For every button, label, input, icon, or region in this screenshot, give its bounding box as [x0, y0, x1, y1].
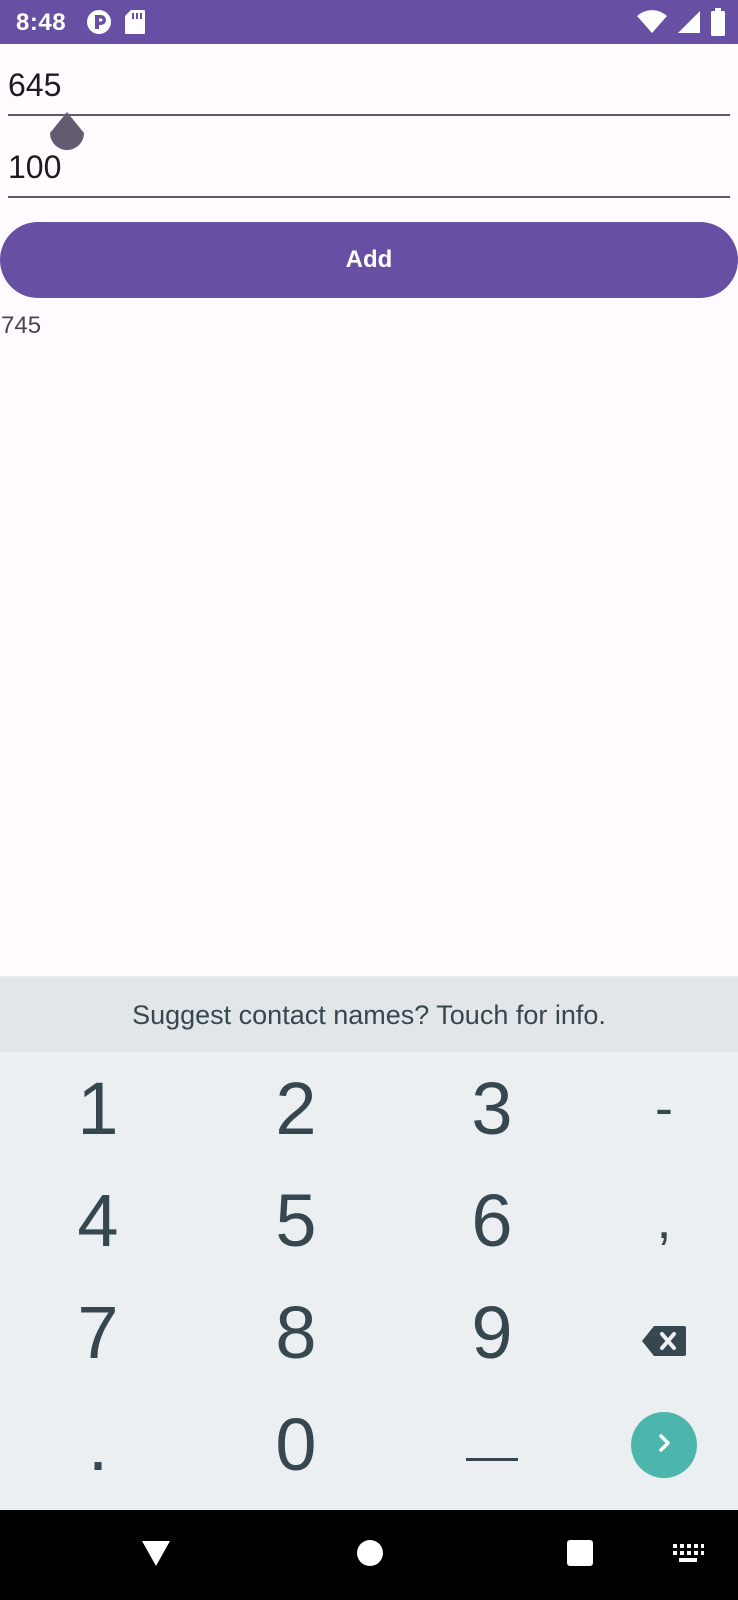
wifi-icon: [636, 9, 668, 40]
key-4[interactable]: 4: [6, 1164, 190, 1276]
key-1[interactable]: 1: [6, 1052, 190, 1164]
key-0[interactable]: 0: [204, 1388, 388, 1500]
key-8[interactable]: 8: [204, 1276, 388, 1388]
backspace-icon: [640, 1290, 688, 1375]
keyboard-suggestion[interactable]: Suggest contact names? Touch for info.: [0, 976, 738, 1052]
second-number-value: 100: [8, 149, 62, 185]
key-comma[interactable]: ,: [572, 1164, 738, 1276]
first-number-input[interactable]: 645: [8, 64, 730, 116]
enter-key[interactable]: [631, 1412, 697, 1478]
play-protect-icon: [86, 9, 112, 40]
back-button[interactable]: [130, 1510, 182, 1600]
keyboard-switch-icon: [671, 1542, 705, 1569]
result-label: 745: [1, 312, 42, 339]
key-3[interactable]: 3: [400, 1052, 584, 1164]
home-button[interactable]: [344, 1510, 396, 1600]
key-6[interactable]: 6: [400, 1164, 584, 1276]
signal-icon: [676, 9, 702, 40]
keyboard-switch-button[interactable]: [660, 1510, 716, 1600]
key-5[interactable]: 5: [204, 1164, 388, 1276]
recents-button[interactable]: [554, 1510, 606, 1600]
key-2[interactable]: 2: [204, 1052, 388, 1164]
key-period[interactable]: .: [6, 1388, 190, 1500]
key-space[interactable]: [400, 1388, 584, 1500]
recents-icon: [566, 1539, 594, 1572]
key-minus[interactable]: -: [572, 1052, 738, 1164]
space-icon: [464, 1402, 520, 1487]
status-time: 8:48: [16, 9, 67, 36]
home-icon: [356, 1539, 384, 1572]
first-number-value: 645: [8, 67, 62, 103]
sd-card-icon: [124, 9, 146, 40]
key-7[interactable]: 7: [6, 1276, 190, 1388]
battery-icon: [710, 8, 726, 41]
add-button[interactable]: Add: [0, 222, 738, 298]
second-number-input[interactable]: 100: [8, 148, 730, 198]
navigation-bar: [0, 1510, 738, 1600]
key-9[interactable]: 9: [400, 1276, 584, 1388]
key-backspace[interactable]: [572, 1276, 738, 1388]
back-icon: [140, 1539, 172, 1572]
status-bar: 8:48: [0, 0, 738, 44]
enter-icon: [650, 1429, 678, 1462]
